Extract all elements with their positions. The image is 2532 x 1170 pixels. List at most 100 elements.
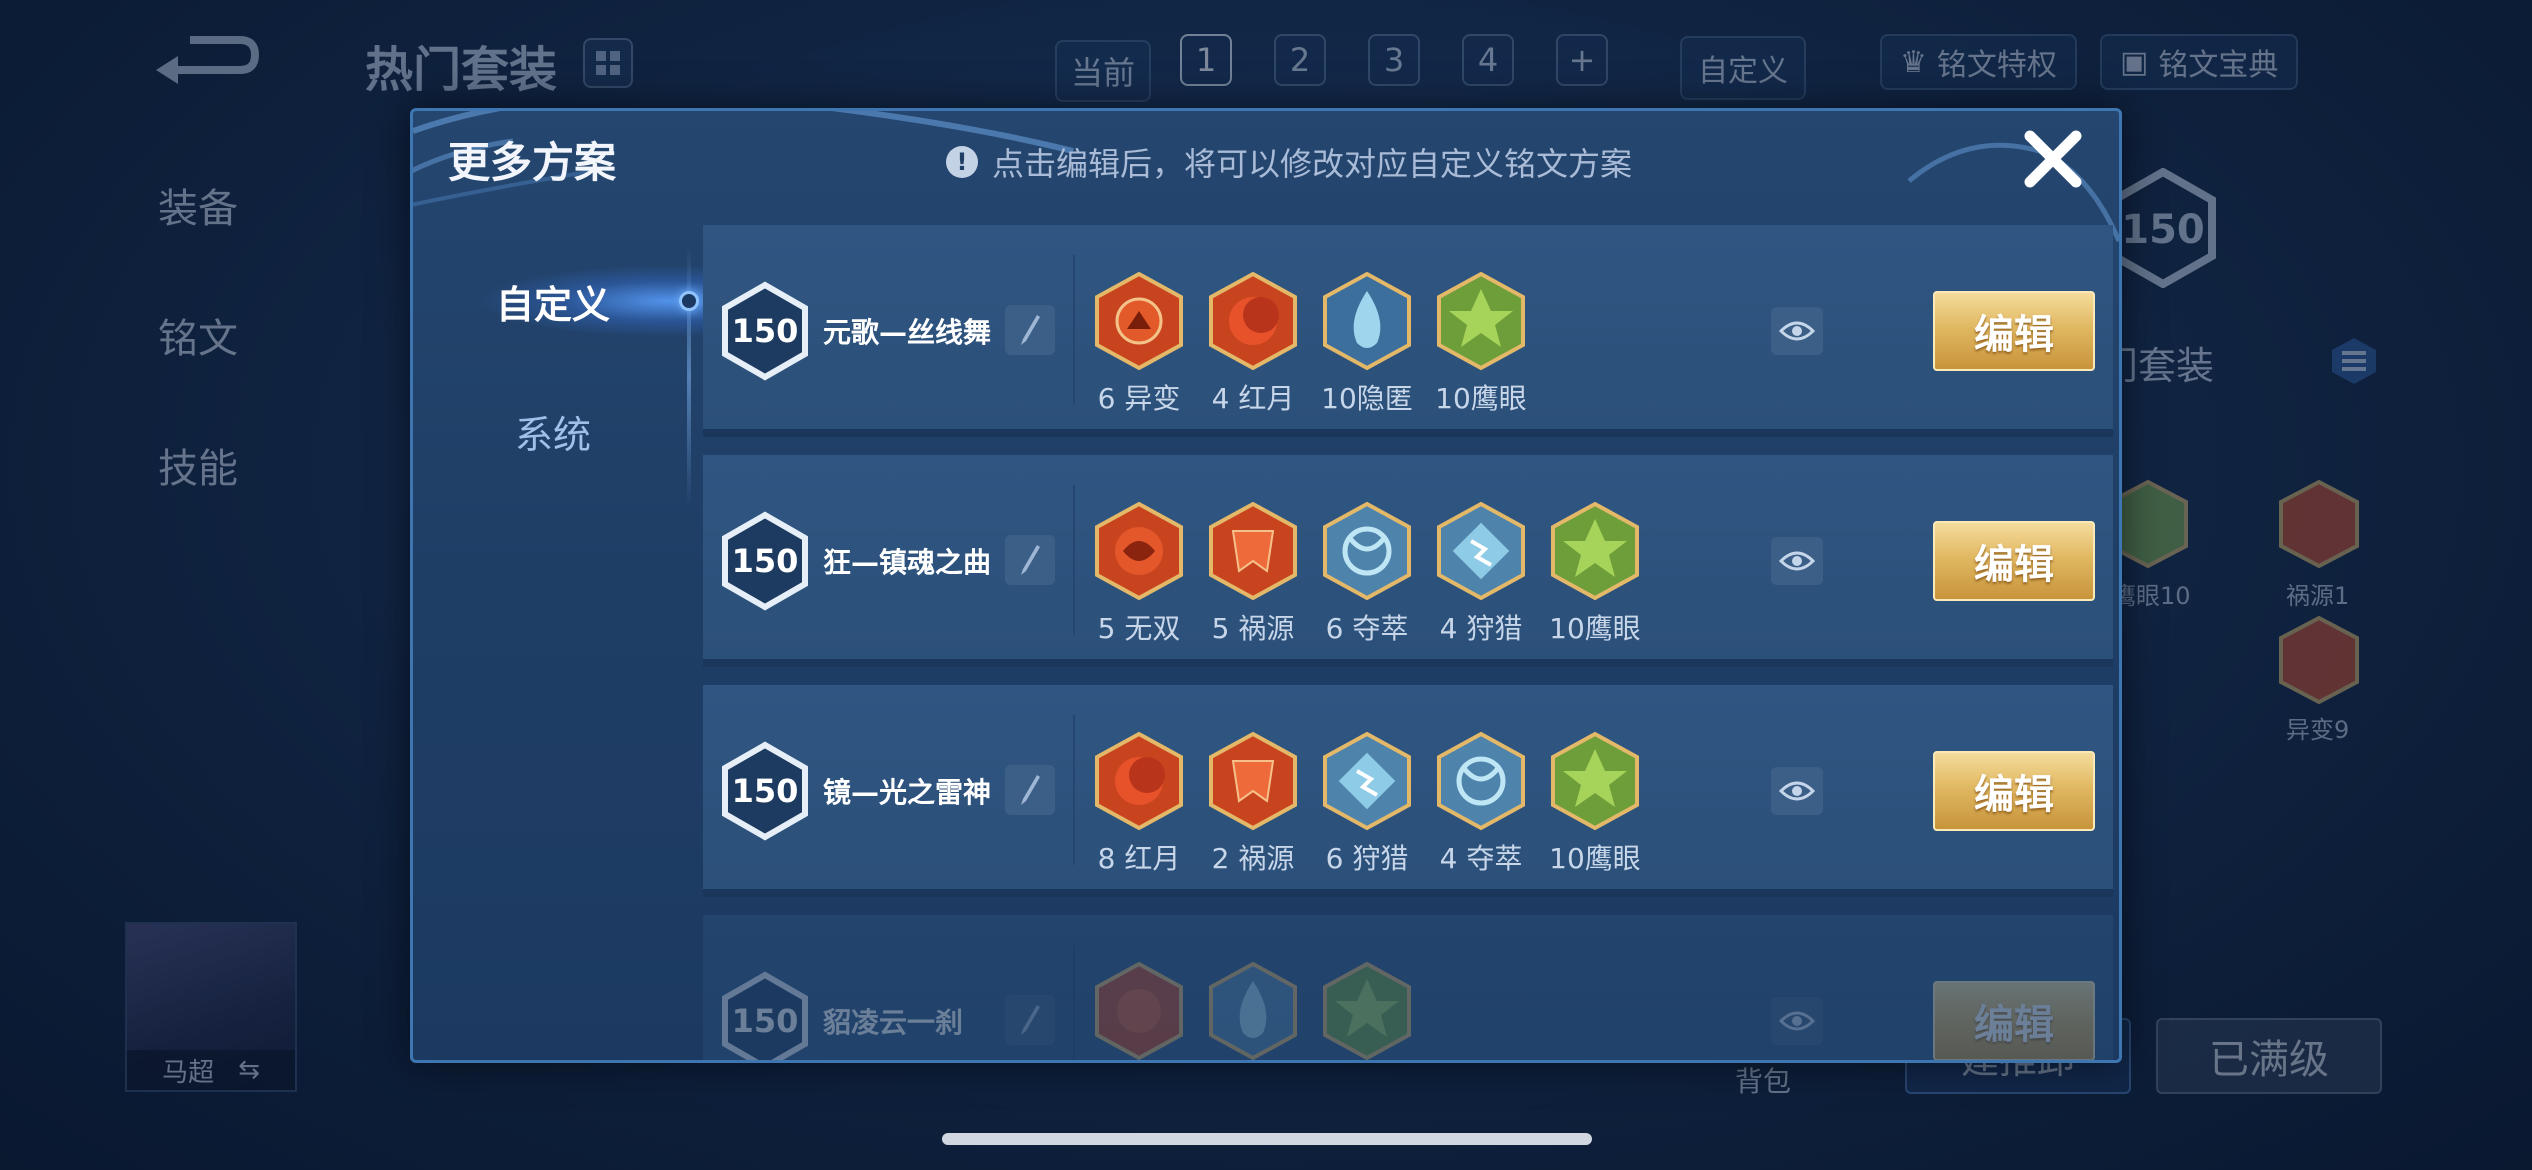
preview-button[interactable] (1771, 537, 1823, 585)
eye-icon (1779, 781, 1815, 801)
duocui-rune-icon (1437, 731, 1525, 831)
back-arrow-icon (156, 36, 260, 84)
level-big-text: 150 (2121, 207, 2205, 253)
list-icon[interactable] (2330, 336, 2378, 386)
pen-icon (1021, 1005, 1040, 1035)
level-text: 150 (731, 312, 799, 350)
red-rune-icon (2279, 479, 2359, 569)
pen-icon (1021, 775, 1040, 805)
rename-button[interactable] (1005, 305, 1055, 355)
green-rune-icon (1323, 961, 1411, 1060)
eye-icon (1779, 1011, 1815, 1031)
rune-label: 10鹰眼 (1549, 842, 1641, 875)
rune-label: 6 异变 (1097, 382, 1181, 415)
rune-item: 4 夺萃 (1435, 731, 1527, 877)
custom-button[interactable]: 自定义 (1680, 36, 1806, 100)
level-badge: 150 (721, 511, 809, 611)
rune-item (1207, 961, 1299, 1060)
rename-button[interactable] (1005, 765, 1055, 815)
blue-rune-icon (1209, 961, 1297, 1060)
rune-item (1321, 961, 1413, 1060)
privilege-button[interactable]: ♛ 铭文特权 (1880, 34, 2077, 90)
rune-label: 4 夺萃 (1439, 842, 1523, 875)
page-title: 热门套装 (365, 42, 558, 98)
level-text: 150 (731, 542, 799, 580)
page-3-button[interactable]: 3 (1368, 34, 1420, 86)
duocui-rune-icon (1323, 501, 1411, 601)
rune-label: 6 夺萃 (1325, 612, 1409, 645)
close-button[interactable] (2013, 119, 2093, 199)
preview-button[interactable] (1771, 997, 1823, 1045)
rune-list: 6 异变 4 红月 10隐匿 10鹰眼 (1093, 271, 1527, 417)
rune-item: 10鹰眼 (1435, 271, 1527, 417)
page-selector: 1 2 3 4 + (1180, 34, 1608, 86)
max-level-button[interactable]: 已满级 (2156, 1018, 2382, 1094)
preview-button[interactable] (1771, 307, 1823, 355)
plan-name: 镜—光之雷神 (823, 776, 992, 809)
rune-label: 4 红月 (1211, 382, 1295, 415)
dialog-title: 更多方案 (448, 138, 617, 187)
rune-item: 6 狩猎 (1321, 731, 1413, 877)
swap-icon[interactable]: ⇆ (238, 1055, 260, 1085)
home-indicator[interactable] (942, 1133, 1592, 1145)
edit-button[interactable]: 编辑 (1933, 751, 2095, 831)
row-divider (1073, 485, 1075, 635)
bag-label[interactable]: 背包 (1735, 1060, 1791, 1100)
rename-button[interactable] (1005, 535, 1055, 585)
plan-tabs: 自定义 系统 (413, 226, 713, 1060)
grid-icon (596, 51, 620, 75)
rune-label: 4 狩猎 (1439, 612, 1523, 645)
book-icon: ▣ (2120, 44, 2149, 80)
current-label: 当前 (1055, 40, 1152, 102)
notice: ! 点击编辑后，将可以修改对应自定义铭文方案 (946, 139, 1632, 185)
tab-system[interactable]: 系统 (413, 381, 693, 481)
rune-label: 2 祸源 (1211, 842, 1295, 875)
yinni-rune-icon (1323, 271, 1411, 371)
hero-avatar[interactable]: 马超 ⇆ (125, 922, 297, 1092)
level-badge: 150 (721, 281, 809, 381)
row-divider (1073, 945, 1075, 1060)
plan-name: 元歌—丝线舞 (823, 316, 992, 349)
wushuang-rune-icon (1095, 501, 1183, 601)
rune-label: 5 无双 (1097, 612, 1181, 645)
pen-icon (1021, 545, 1040, 575)
rune-item: 6 异变 (1093, 271, 1185, 417)
back-button[interactable] (150, 30, 260, 90)
nav-item-equipment[interactable]: 装备 (110, 140, 340, 270)
pen-icon (1021, 315, 1040, 345)
plan-row: 150 狂—镇魂之曲 5 无双 5 祸源 6 夺萃 4 狩猎 10鹰眼 编辑 (703, 455, 2113, 667)
rune-item: 6 夺萃 (1321, 501, 1413, 647)
rune-item: 10鹰眼 (1549, 501, 1641, 647)
nav-item-skills[interactable]: 技能 (110, 400, 340, 530)
rune-item (1093, 961, 1185, 1060)
red-rune-icon (1095, 961, 1183, 1060)
right-gem-label-3: 异变9 (2286, 716, 2350, 744)
plan-name: 貂凌云一刹 (823, 1006, 964, 1039)
level-text: 150 (731, 1002, 799, 1040)
edit-button[interactable]: 编辑 (1933, 521, 2095, 601)
eye-icon (1779, 551, 1815, 571)
nav-item-runes[interactable]: 铭文 (110, 270, 340, 400)
level-badge: 150 (721, 971, 809, 1060)
preview-button[interactable] (1771, 767, 1823, 815)
level-hex-icon: 150 (2110, 168, 2216, 288)
plan-row: 150 镜—光之雷神 8 红月 2 祸源 6 狩猎 4 夺萃 10鹰眼 编辑 (703, 685, 2113, 897)
left-nav: 装备 铭文 技能 (110, 140, 340, 530)
privilege-label: 铭文特权 (1936, 48, 2057, 83)
codex-button[interactable]: ▣ 铭文宝典 (2100, 34, 2299, 90)
hero-name: 马超 (162, 1057, 215, 1088)
page-1-button[interactable]: 1 (1180, 34, 1232, 86)
rune-item: 10鹰眼 (1549, 731, 1641, 877)
edit-button[interactable]: 编辑 (1933, 981, 2095, 1060)
plan-row: 150 貂凌云一刹 编辑 (703, 915, 2113, 1060)
rename-button[interactable] (1005, 995, 1055, 1045)
rune-label: 5 祸源 (1211, 612, 1295, 645)
edit-button[interactable]: 编辑 (1933, 291, 2095, 371)
page-2-button[interactable]: 2 (1274, 34, 1326, 86)
tab-custom[interactable]: 自定义 (413, 251, 693, 351)
plan-row: 150 元歌—丝线舞 6 异变 4 红月 10隐匿 10鹰眼 编辑 (703, 225, 2113, 437)
page-4-button[interactable]: 4 (1462, 34, 1514, 86)
add-page-button[interactable]: + (1556, 34, 1608, 86)
grid-view-button[interactable] (583, 38, 633, 88)
tab-indicator (679, 291, 699, 311)
